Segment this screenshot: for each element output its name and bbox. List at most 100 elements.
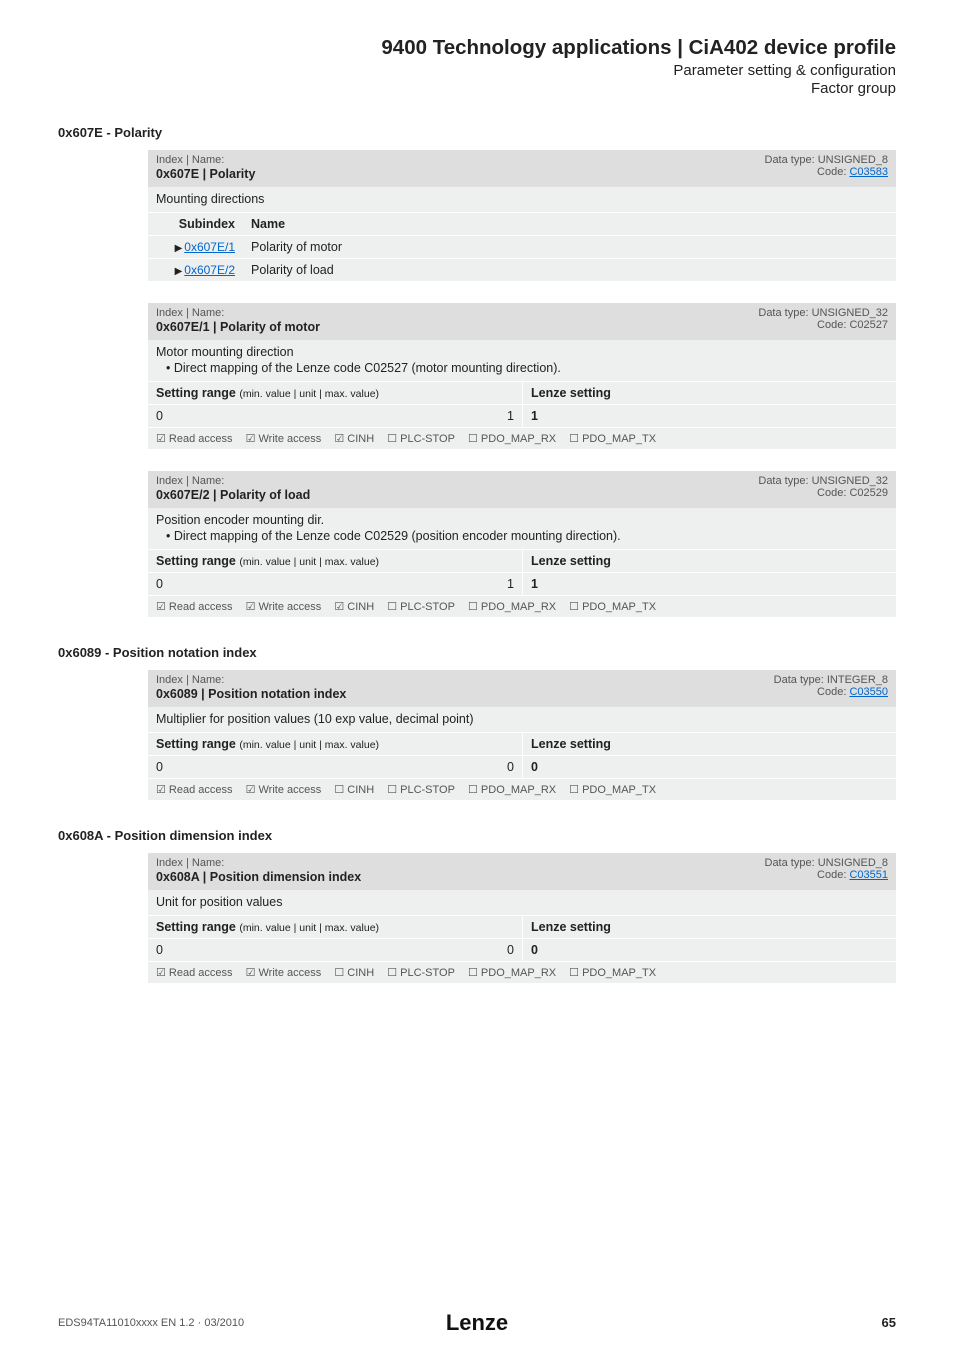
lenze-value: 1: [522, 405, 896, 427]
flag-cinh: ☑ CINH: [334, 433, 374, 445]
section-heading-notation: 0x6089 - Position notation index: [58, 645, 896, 660]
desc-line: Position encoder mounting dir.: [156, 513, 888, 527]
flags-row: ☑ Read access ☑ Write access ☑ CINH ☐ PL…: [148, 595, 896, 617]
datatype-label: Data type: UNSIGNED_32: [758, 307, 888, 319]
flag-cinh: ☐ CINH: [334, 784, 374, 796]
section-heading-dimension: 0x608A - Position dimension index: [58, 828, 896, 843]
flags-row: ☑ Read access ☑ Write access ☐ CINH ☐ PL…: [148, 961, 896, 983]
table-index-bar: Index | Name: 0x6089 | Position notation…: [148, 670, 896, 707]
flag-plc-stop: ☐ PLC-STOP: [387, 967, 455, 979]
flag-plc-stop: ☐ PLC-STOP: [387, 601, 455, 613]
subindex-header-c2: Name: [243, 213, 896, 235]
min-value: 0: [156, 577, 163, 591]
name-cell: Polarity of motor: [243, 236, 896, 258]
flag-pdo-rx: ☐ PDO_MAP_RX: [468, 433, 556, 445]
datatype-label: Data type: INTEGER_8: [774, 674, 888, 686]
flag-plc-stop: ☐ PLC-STOP: [387, 784, 455, 796]
flag-pdo-tx: ☐ PDO_MAP_TX: [569, 433, 656, 445]
bullet-line: • Direct mapping of the Lenze code C0252…: [166, 361, 888, 375]
section-heading-polarity: 0x607E - Polarity: [58, 125, 896, 140]
min-value: 0: [156, 760, 163, 774]
setting-header: Setting range (min. value | unit | max. …: [148, 732, 896, 755]
name-cell: Polarity of load: [243, 259, 896, 281]
code-label: Code:: [817, 166, 846, 178]
code-label: Code: C02527: [758, 319, 888, 331]
flag-write-access: ☑ Write access: [246, 433, 322, 445]
footer-logo: Lenze: [446, 1310, 508, 1336]
lenze-logo: Lenze: [446, 1310, 508, 1335]
code-block: Code: C03550: [774, 686, 888, 698]
datatype-block: Data type: UNSIGNED_8 Code: C03551: [765, 857, 889, 881]
flag-pdo-rx: ☐ PDO_MAP_RX: [468, 601, 556, 613]
max-value: 1: [507, 409, 514, 423]
subindex-cell: ▶0x607E/2: [148, 259, 243, 281]
code-link[interactable]: C03583: [849, 166, 888, 178]
flag-pdo-tx: ☐ PDO_MAP_TX: [569, 601, 656, 613]
flag-write-access: ☑ Write access: [246, 967, 322, 979]
max-value: 1: [507, 577, 514, 591]
flag-cinh: ☐ CINH: [334, 967, 374, 979]
table-description: Motor mounting direction • Direct mappin…: [148, 340, 896, 381]
table-row: ▶0x607E/2 Polarity of load: [148, 258, 896, 281]
table-description: Unit for position values: [148, 890, 896, 915]
table-description: Position encoder mounting dir. • Direct …: [148, 508, 896, 549]
datatype-block: Data type: UNSIGNED_32 Code: C02529: [758, 475, 888, 499]
table-description: Mounting directions: [148, 187, 896, 212]
subindex-link[interactable]: 0x607E/1: [184, 240, 235, 254]
code-link[interactable]: C03551: [849, 869, 888, 881]
polarity-motor-table: Index | Name: 0x607E/1 | Polarity of mot…: [148, 303, 896, 449]
setting-range-cell: 01: [148, 573, 522, 595]
subindex-header-c1: Subindex: [148, 213, 243, 235]
table-index-bar: Index | Name: 0x608A | Position dimensio…: [148, 853, 896, 890]
setting-range-header: Setting range (min. value | unit | max. …: [148, 733, 522, 755]
lenze-value: 0: [522, 756, 896, 778]
code-block: Code: C03583: [765, 166, 889, 178]
datatype-block: Data type: UNSIGNED_8 Code: C03583: [765, 154, 889, 178]
code-link[interactable]: C03550: [849, 686, 888, 698]
header-title: 9400 Technology applications | CiA402 de…: [58, 36, 896, 60]
code-label: Code:: [817, 869, 846, 881]
datatype-label: Data type: UNSIGNED_8: [765, 154, 889, 166]
subindex-link[interactable]: 0x607E/2: [184, 263, 235, 277]
datatype-label: Data type: UNSIGNED_32: [758, 475, 888, 487]
flags-row: ☑ Read access ☑ Write access ☐ CINH ☐ PL…: [148, 778, 896, 800]
position-notation-table: Index | Name: 0x6089 | Position notation…: [148, 670, 896, 800]
datatype-block: Data type: INTEGER_8 Code: C03550: [774, 674, 888, 698]
subindex-header: Subindex Name: [148, 212, 896, 235]
flags-row: ☑ Read access ☑ Write access ☑ CINH ☐ PL…: [148, 427, 896, 449]
flag-read-access: ☑ Read access: [156, 967, 233, 979]
max-value: 0: [507, 943, 514, 957]
flag-read-access: ☑ Read access: [156, 433, 233, 445]
page-header: 9400 Technology applications | CiA402 de…: [58, 36, 896, 97]
setting-range-cell: 01: [148, 405, 522, 427]
lenze-setting-header: Lenze setting: [522, 733, 896, 755]
header-sub1: Parameter setting & configuration: [58, 62, 896, 79]
setting-range-cell: 00: [148, 756, 522, 778]
setting-row: 01 1: [148, 572, 896, 595]
code-block: Code: C03551: [765, 869, 889, 881]
datatype-block: Data type: UNSIGNED_32 Code: C02527: [758, 307, 888, 331]
lenze-setting-header: Lenze setting: [522, 916, 896, 938]
flag-read-access: ☑ Read access: [156, 784, 233, 796]
flag-write-access: ☑ Write access: [246, 784, 322, 796]
footer-page-number: 65: [882, 1315, 896, 1330]
lenze-value: 0: [522, 939, 896, 961]
flag-pdo-rx: ☐ PDO_MAP_RX: [468, 784, 556, 796]
bullet-line: • Direct mapping of the Lenze code C0252…: [166, 529, 888, 543]
setting-row: 01 1: [148, 404, 896, 427]
subindex-cell: ▶0x607E/1: [148, 236, 243, 258]
max-value: 0: [507, 760, 514, 774]
flag-read-access: ☑ Read access: [156, 601, 233, 613]
setting-range-header: Setting range (min. value | unit | max. …: [148, 916, 522, 938]
triangle-icon: ▶: [175, 243, 183, 254]
datatype-label: Data type: UNSIGNED_8: [765, 857, 889, 869]
setting-range-header: Setting range (min. value | unit | max. …: [148, 550, 522, 572]
page-footer: EDS94TA11010xxxx EN 1.2 · 03/2010 Lenze …: [58, 1315, 896, 1330]
position-dimension-table: Index | Name: 0x608A | Position dimensio…: [148, 853, 896, 983]
lenze-setting-header: Lenze setting: [522, 550, 896, 572]
setting-range-cell: 00: [148, 939, 522, 961]
footer-doc-id: EDS94TA11010xxxx EN 1.2 · 03/2010: [58, 1317, 244, 1329]
setting-header: Setting range (min. value | unit | max. …: [148, 381, 896, 404]
lenze-value: 1: [522, 573, 896, 595]
setting-row: 00 0: [148, 755, 896, 778]
